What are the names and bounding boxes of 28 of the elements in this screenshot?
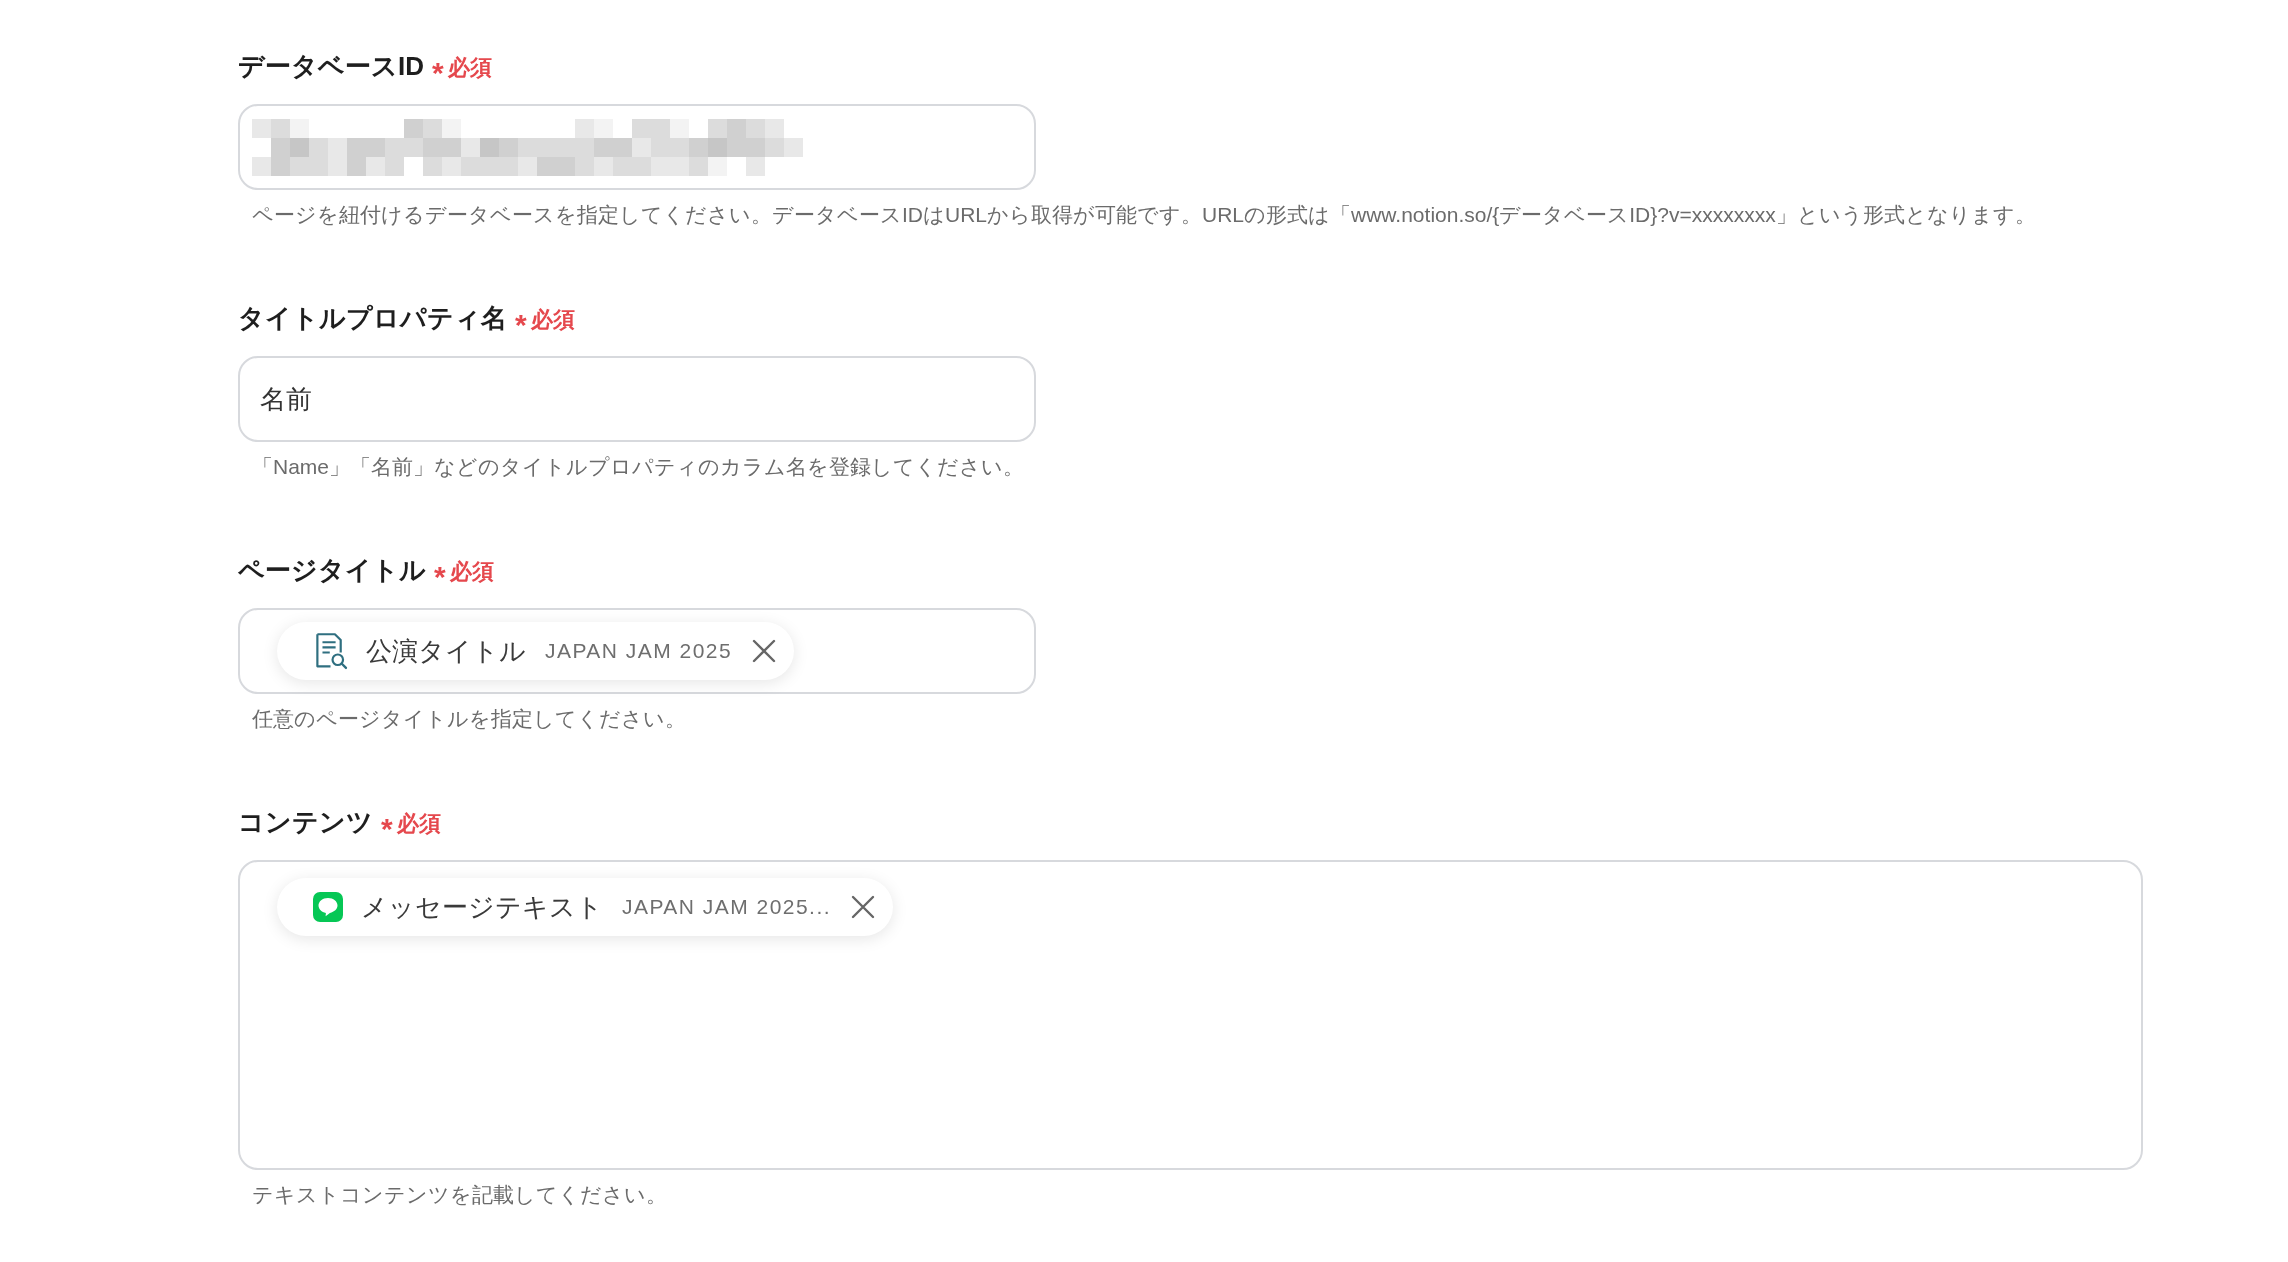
- field-label: ページタイトル: [238, 554, 426, 587]
- required-mark: *: [432, 58, 444, 88]
- hint-text: 任意のページタイトルを指定してください。: [252, 706, 686, 732]
- text-field[interactable]: 名前: [238, 356, 1036, 442]
- required-label: 必須: [530, 306, 575, 334]
- chip-value: JAPAN JAM 2025: [545, 638, 733, 665]
- field-label: タイトルプロパティ名: [238, 302, 507, 335]
- input-field[interactable]: 公演タイトル JAPAN JAM 2025: [238, 608, 1036, 694]
- required-label: 必須: [449, 558, 494, 586]
- required-label: 必須: [396, 810, 441, 838]
- textarea-field[interactable]: メッセージテキスト JAPAN JAM 2025...: [238, 860, 2143, 1170]
- chip-value: JAPAN JAM 2025...: [622, 894, 831, 921]
- chip-name: 公演タイトル: [366, 634, 526, 668]
- required-label: 必須: [447, 54, 492, 82]
- field-label: データベースID: [238, 50, 424, 83]
- speech-bubble-icon: [313, 892, 343, 922]
- field-label: コンテンツ: [238, 806, 373, 839]
- required-mark: *: [515, 310, 527, 340]
- required-mark: *: [434, 562, 446, 592]
- hint-text: テキストコンテンツを記載してください。: [252, 1182, 667, 1208]
- chip-name: メッセージテキスト: [361, 890, 603, 924]
- close-icon[interactable]: [850, 894, 876, 920]
- input-field[interactable]: [238, 104, 1036, 190]
- hint-text: 「Name」「名前」などのタイトルプロパティのカラム名を登録してください。: [252, 454, 1025, 480]
- close-icon[interactable]: [751, 638, 778, 664]
- required-mark: *: [381, 814, 393, 844]
- document-search-icon: [313, 632, 348, 670]
- hint-text: ページを紐付けるデータベースを指定してください。データベースIDはURLから取得が可能です。URLの形式は「www.notion.so/{データベースID}?v=xxxxxxxx」という形式となります。: [252, 202, 2036, 228]
